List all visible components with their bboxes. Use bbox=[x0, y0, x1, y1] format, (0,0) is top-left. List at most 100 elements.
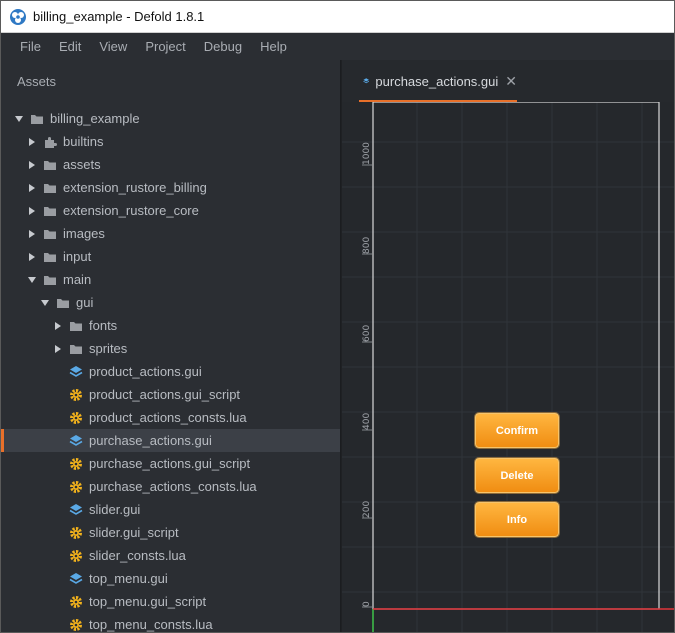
asset-tree-item-label: extension_rustore_core bbox=[63, 203, 199, 218]
asset-tree-item[interactable]: top_menu.gui_script bbox=[1, 590, 340, 613]
ruler-label-1000: 1000 bbox=[362, 142, 372, 165]
ruler-label-400: 400 bbox=[362, 413, 372, 430]
asset-tree-item[interactable]: purchase_actions.gui_script bbox=[1, 452, 340, 475]
chevron-right-icon[interactable] bbox=[27, 206, 37, 216]
gear-icon bbox=[70, 526, 82, 539]
menu-debug[interactable]: Debug bbox=[204, 39, 242, 54]
asset-tree-item-label: extension_rustore_billing bbox=[63, 180, 207, 195]
asset-tree-item-label: product_actions_consts.lua bbox=[89, 410, 247, 425]
chevron-right-icon[interactable] bbox=[53, 344, 63, 354]
asset-tree-item[interactable]: slider.gui bbox=[1, 498, 340, 521]
chevron-down-icon[interactable] bbox=[40, 298, 50, 308]
asset-tree-item[interactable]: input bbox=[1, 245, 340, 268]
gear-icon bbox=[70, 457, 82, 470]
gear-icon bbox=[70, 549, 82, 562]
asset-tree-item[interactable]: slider_consts.lua bbox=[1, 544, 340, 567]
gui-scene-canvas[interactable]: 1000 800 600 400 200 0 Confirm Delete In… bbox=[342, 102, 674, 632]
gui-file-icon bbox=[69, 434, 83, 446]
editor-tab-bar: purchase_actions.gui ✕ bbox=[342, 60, 674, 102]
chevron-right-icon[interactable] bbox=[27, 137, 37, 147]
menu-file[interactable]: File bbox=[20, 39, 41, 54]
app-window: billing_example - Defold 1.8.1 File Edit… bbox=[0, 0, 675, 633]
asset-tree-item-label: input bbox=[63, 249, 92, 264]
gui-file-icon bbox=[69, 503, 83, 515]
asset-tree-item[interactable]: fonts bbox=[1, 314, 340, 337]
assets-tree: billing_example builtins assets extension_r… bbox=[1, 107, 340, 632]
asset-tree-item-label: slider.gui bbox=[89, 502, 141, 517]
tab-purchase-actions-gui[interactable]: purchase_actions.gui ✕ bbox=[359, 60, 517, 102]
gear-icon bbox=[70, 480, 82, 493]
menu-view[interactable]: View bbox=[99, 39, 127, 54]
chevron-right-icon[interactable] bbox=[27, 183, 37, 193]
folder-icon bbox=[44, 229, 56, 239]
menu-project[interactable]: Project bbox=[145, 39, 185, 54]
asset-tree-item[interactable]: extension_rustore_billing bbox=[1, 176, 340, 199]
asset-tree-item[interactable]: top_menu_consts.lua bbox=[1, 613, 340, 632]
close-icon[interactable]: ✕ bbox=[505, 73, 517, 90]
chevron-right-icon[interactable] bbox=[27, 160, 37, 170]
asset-tree-item[interactable]: extension_rustore_core bbox=[1, 199, 340, 222]
asset-tree-item-label: purchase_actions.gui bbox=[89, 433, 212, 448]
folder-icon bbox=[44, 275, 56, 285]
asset-tree-item-label: product_actions.gui_script bbox=[89, 387, 241, 402]
gear-icon bbox=[70, 618, 82, 631]
asset-tree-item[interactable]: billing_example bbox=[1, 107, 340, 130]
folder-icon bbox=[44, 206, 56, 216]
folder-icon bbox=[44, 160, 56, 170]
folder-icon bbox=[70, 321, 82, 331]
asset-tree-item-label: fonts bbox=[89, 318, 118, 333]
folder-icon bbox=[44, 183, 56, 193]
scene-grid: 1000 800 600 400 200 0 bbox=[342, 102, 674, 632]
gear-icon bbox=[70, 411, 82, 424]
info-button[interactable]: Info bbox=[475, 502, 559, 537]
chevron-right-icon[interactable] bbox=[27, 252, 37, 262]
chevron-right-icon[interactable] bbox=[53, 321, 63, 331]
defold-logo-icon bbox=[10, 8, 26, 25]
folder-icon bbox=[44, 252, 56, 262]
asset-tree-item[interactable]: gui bbox=[1, 291, 340, 314]
asset-tree-item-label: slider_consts.lua bbox=[89, 548, 186, 563]
asset-tree-item[interactable]: main bbox=[1, 268, 340, 291]
asset-tree-item[interactable]: builtins bbox=[1, 130, 340, 153]
asset-tree-item[interactable]: product_actions_consts.lua bbox=[1, 406, 340, 429]
asset-tree-item-label: top_menu.gui_script bbox=[89, 594, 207, 609]
asset-tree-item-label: sprites bbox=[89, 341, 128, 356]
asset-tree-item-label: main bbox=[63, 272, 92, 287]
tab-label: purchase_actions.gui bbox=[375, 73, 499, 89]
asset-tree-item[interactable]: purchase_actions_consts.lua bbox=[1, 475, 340, 498]
assets-panel-title: Assets bbox=[17, 74, 57, 89]
asset-tree-item[interactable]: sprites bbox=[1, 337, 340, 360]
folder-icon bbox=[31, 114, 43, 124]
ruler-label-600: 600 bbox=[362, 325, 372, 342]
asset-tree-item-label: top_menu_consts.lua bbox=[89, 617, 213, 632]
confirm-button[interactable]: Confirm bbox=[475, 413, 559, 448]
chevron-down-icon[interactable] bbox=[14, 114, 24, 124]
puzzle-icon bbox=[45, 136, 57, 148]
chevron-down-icon[interactable] bbox=[27, 275, 37, 285]
asset-tree-item-label: product_actions.gui bbox=[89, 364, 202, 379]
asset-tree-item[interactable]: product_actions.gui_script bbox=[1, 383, 340, 406]
delete-button[interactable]: Delete bbox=[475, 458, 559, 493]
asset-tree-item-label: slider.gui_script bbox=[89, 525, 179, 540]
folder-icon bbox=[57, 298, 69, 308]
asset-tree-item-label: gui bbox=[76, 295, 94, 310]
ruler-label-200: 200 bbox=[362, 501, 372, 518]
asset-tree-item[interactable]: slider.gui_script bbox=[1, 521, 340, 544]
asset-tree-item[interactable]: assets bbox=[1, 153, 340, 176]
asset-tree-item-label: purchase_actions_consts.lua bbox=[89, 479, 257, 494]
asset-tree-item[interactable]: top_menu.gui bbox=[1, 567, 340, 590]
chevron-right-icon[interactable] bbox=[27, 229, 37, 239]
asset-tree-item-label: builtins bbox=[63, 134, 104, 149]
asset-tree-item-label: purchase_actions.gui_script bbox=[89, 456, 251, 471]
menu-edit[interactable]: Edit bbox=[59, 39, 81, 54]
asset-tree-item[interactable]: product_actions.gui bbox=[1, 360, 340, 383]
gui-file-icon bbox=[69, 572, 83, 584]
menu-bar: File Edit View Project Debug Help bbox=[1, 33, 674, 60]
asset-tree-item[interactable]: images bbox=[1, 222, 340, 245]
menu-help[interactable]: Help bbox=[260, 39, 287, 54]
assets-panel: Assets billing_example builtins assets exte… bbox=[1, 60, 341, 632]
asset-tree-item[interactable]: purchase_actions.gui bbox=[1, 429, 340, 452]
gear-icon bbox=[70, 388, 82, 401]
title-bar: billing_example - Defold 1.8.1 bbox=[1, 1, 674, 33]
ruler-label-800: 800 bbox=[362, 237, 372, 254]
